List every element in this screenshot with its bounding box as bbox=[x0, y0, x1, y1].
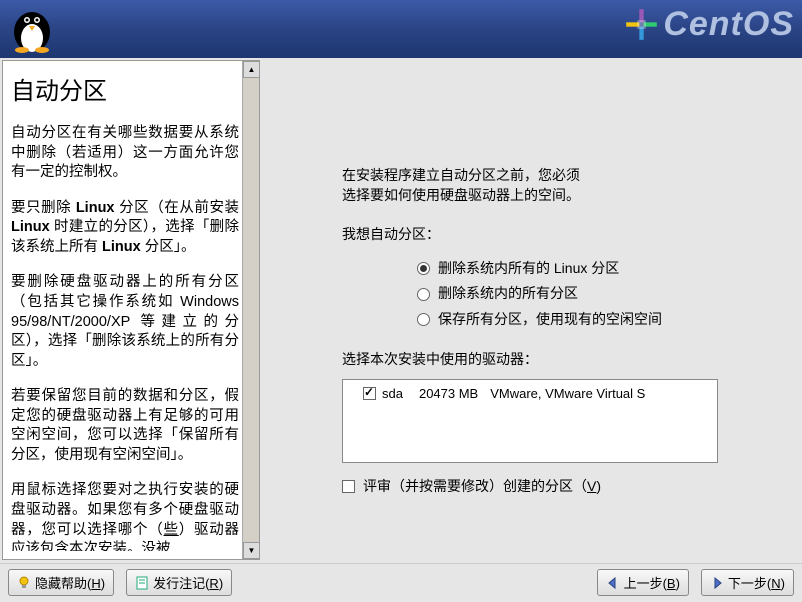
next-label: 下一步(N) bbox=[728, 573, 785, 592]
main-panel: 在安装程序建立自动分区之前，您必须 选择要如何使用硬盘驱动器上的空间。 我想自动… bbox=[262, 58, 802, 563]
drive-size: 20473 MB bbox=[419, 386, 478, 401]
drive-model: VMware, VMware Virtual S bbox=[490, 386, 645, 401]
drives-label: 选择本次安装中使用的驱动器： bbox=[342, 350, 772, 370]
radio-icon bbox=[417, 313, 430, 326]
drives-list[interactable]: sda 20473 MB VMware, VMware Virtual S bbox=[342, 379, 718, 463]
option-keep-all[interactable]: 保存所有分区，使用现有的空闲空间 bbox=[417, 310, 772, 330]
footer: 隐藏帮助(H) 发行注记(R) 上一步(B) 下一步(N) bbox=[0, 563, 802, 601]
arrow-right-icon bbox=[710, 576, 724, 590]
drive-row-sda[interactable]: sda 20473 MB VMware, VMware Virtual S bbox=[349, 386, 711, 401]
partition-question: 我想自动分区： bbox=[342, 225, 772, 245]
drive-checkbox[interactable] bbox=[363, 387, 376, 400]
header: CentOS bbox=[0, 0, 802, 58]
review-checkbox[interactable] bbox=[342, 480, 355, 493]
radio-icon bbox=[417, 288, 430, 301]
scroll-down-arrow-icon[interactable]: ▼ bbox=[243, 542, 260, 559]
arrow-left-icon bbox=[606, 576, 620, 590]
partition-options: 删除系统内所有的 Linux 分区 删除系统内的所有分区 保存所有分区，使用现有… bbox=[417, 259, 772, 330]
option-remove-all[interactable]: 删除系统内的所有分区 bbox=[417, 284, 772, 304]
help-para-4: 用鼠标选择您要对之执行安装的硬盘驱动器。如果您有多个硬盘驱动器，您可以选择哪个（… bbox=[11, 481, 239, 551]
radio-icon bbox=[417, 262, 430, 275]
document-icon bbox=[135, 576, 149, 590]
hide-help-button[interactable]: 隐藏帮助(H) bbox=[8, 569, 114, 596]
scroll-up-arrow-icon[interactable]: ▲ bbox=[243, 61, 260, 78]
intro-line-1: 在安装程序建立自动分区之前，您必须 bbox=[342, 166, 772, 186]
option-remove-linux[interactable]: 删除系统内所有的 Linux 分区 bbox=[417, 259, 772, 279]
help-para-3: 若要保留您目前的数据和分区，假定您的硬盘驱动器上有足够的可用空闲空间，您可以选择… bbox=[11, 387, 239, 465]
review-partitions[interactable]: 评审（并按需要修改）创建的分区（V) bbox=[342, 477, 772, 497]
hide-help-label: 隐藏帮助(H) bbox=[35, 573, 105, 592]
help-panel: 自动分区 自动分区在有关哪些数据要从系统中删除（若适用）这一方面允许您有一定的控… bbox=[2, 60, 260, 560]
back-button[interactable]: 上一步(B) bbox=[597, 569, 689, 596]
drive-name: sda bbox=[382, 386, 403, 401]
centos-logo-icon bbox=[624, 7, 659, 42]
help-para-0: 自动分区在有关哪些数据要从系统中删除（若适用）这一方面允许您有一定的控制权。 bbox=[11, 124, 239, 183]
lightbulb-icon bbox=[17, 576, 31, 590]
option-label-1: 删除系统内的所有分区 bbox=[438, 284, 578, 304]
centos-brand: CentOS bbox=[624, 5, 794, 44]
release-notes-label: 发行注记(R) bbox=[153, 573, 223, 592]
content-area: 自动分区 自动分区在有关哪些数据要从系统中删除（若适用）这一方面允许您有一定的控… bbox=[0, 58, 802, 563]
next-button[interactable]: 下一步(N) bbox=[701, 569, 794, 596]
penguin-logo bbox=[5, 0, 60, 55]
help-title: 自动分区 bbox=[11, 71, 239, 106]
back-label: 上一步(B) bbox=[624, 573, 680, 592]
option-label-0: 删除系统内所有的 Linux 分区 bbox=[438, 259, 619, 279]
help-para-1: 要只删除 Linux 分区（在从前安装 Linux 时建立的分区），选择「删除该… bbox=[11, 199, 239, 258]
help-para-2: 要删除硬盘驱动器上的所有分区（包括其它操作系统如 Windows 95/98/N… bbox=[11, 273, 239, 371]
review-label: 评审（并按需要修改）创建的分区（V) bbox=[363, 477, 601, 497]
help-scroll: 自动分区 自动分区在有关哪些数据要从系统中删除（若适用）这一方面允许您有一定的控… bbox=[3, 61, 243, 551]
release-notes-button[interactable]: 发行注记(R) bbox=[126, 569, 232, 596]
intro-line-2: 选择要如何使用硬盘驱动器上的空间。 bbox=[342, 186, 772, 206]
intro-text: 在安装程序建立自动分区之前，您必须 选择要如何使用硬盘驱动器上的空间。 bbox=[342, 166, 772, 205]
option-label-2: 保存所有分区，使用现有的空闲空间 bbox=[438, 310, 662, 330]
help-scrollbar[interactable]: ▲ ▼ bbox=[242, 61, 259, 559]
